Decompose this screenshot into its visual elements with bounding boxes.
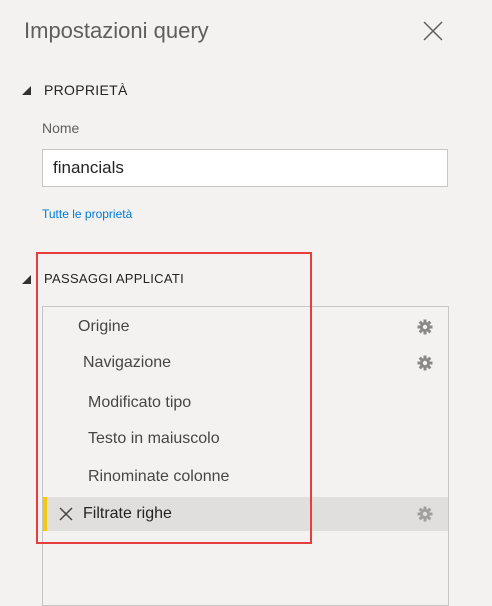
step-label: Filtrate righe [83, 505, 172, 522]
gear-icon[interactable] [417, 355, 433, 376]
gear-icon[interactable] [417, 319, 433, 340]
delete-x-icon[interactable] [59, 507, 73, 526]
all-properties-link[interactable]: Tutte le proprietà [42, 207, 132, 221]
list-item-navigazione[interactable]: Navigazione [43, 346, 448, 380]
panel-title: Impostazioni query [24, 18, 209, 43]
list-item-origine[interactable]: Origine [43, 310, 448, 344]
properties-heading: PROPRIETÀ [44, 82, 128, 98]
step-label: Testo in maiuscolo [88, 430, 220, 447]
close-button[interactable] [420, 18, 446, 44]
query-name-input[interactable] [42, 149, 448, 187]
step-label: Rinominate colonne [88, 468, 230, 485]
gear-icon[interactable] [417, 506, 433, 527]
list-item-filtrate-righe[interactable]: Filtrate righe [43, 497, 448, 531]
applied-steps-section-header[interactable]: PASSAGGI APPLICATI [20, 271, 184, 286]
step-label: Navigazione [83, 354, 172, 371]
applied-steps-list: Origine Navigazione Modificato tipo Test… [42, 306, 449, 606]
close-icon [423, 21, 443, 41]
list-item-testo-in-maiuscolo[interactable]: Testo in maiuscolo [43, 422, 448, 456]
step-label: Origine [78, 318, 130, 335]
collapse-triangle-icon [20, 84, 32, 96]
name-label: Nome [42, 120, 80, 136]
list-item-modificato-tipo[interactable]: Modificato tipo [43, 386, 448, 420]
step-label: Modificato tipo [88, 394, 192, 411]
list-item-rinominate-colonne[interactable]: Rinominate colonne [43, 460, 448, 494]
applied-steps-heading: PASSAGGI APPLICATI [44, 271, 185, 286]
selected-step-marker [43, 497, 47, 531]
properties-section-header[interactable]: PROPRIETÀ [20, 82, 128, 98]
collapse-triangle-icon [20, 273, 32, 285]
